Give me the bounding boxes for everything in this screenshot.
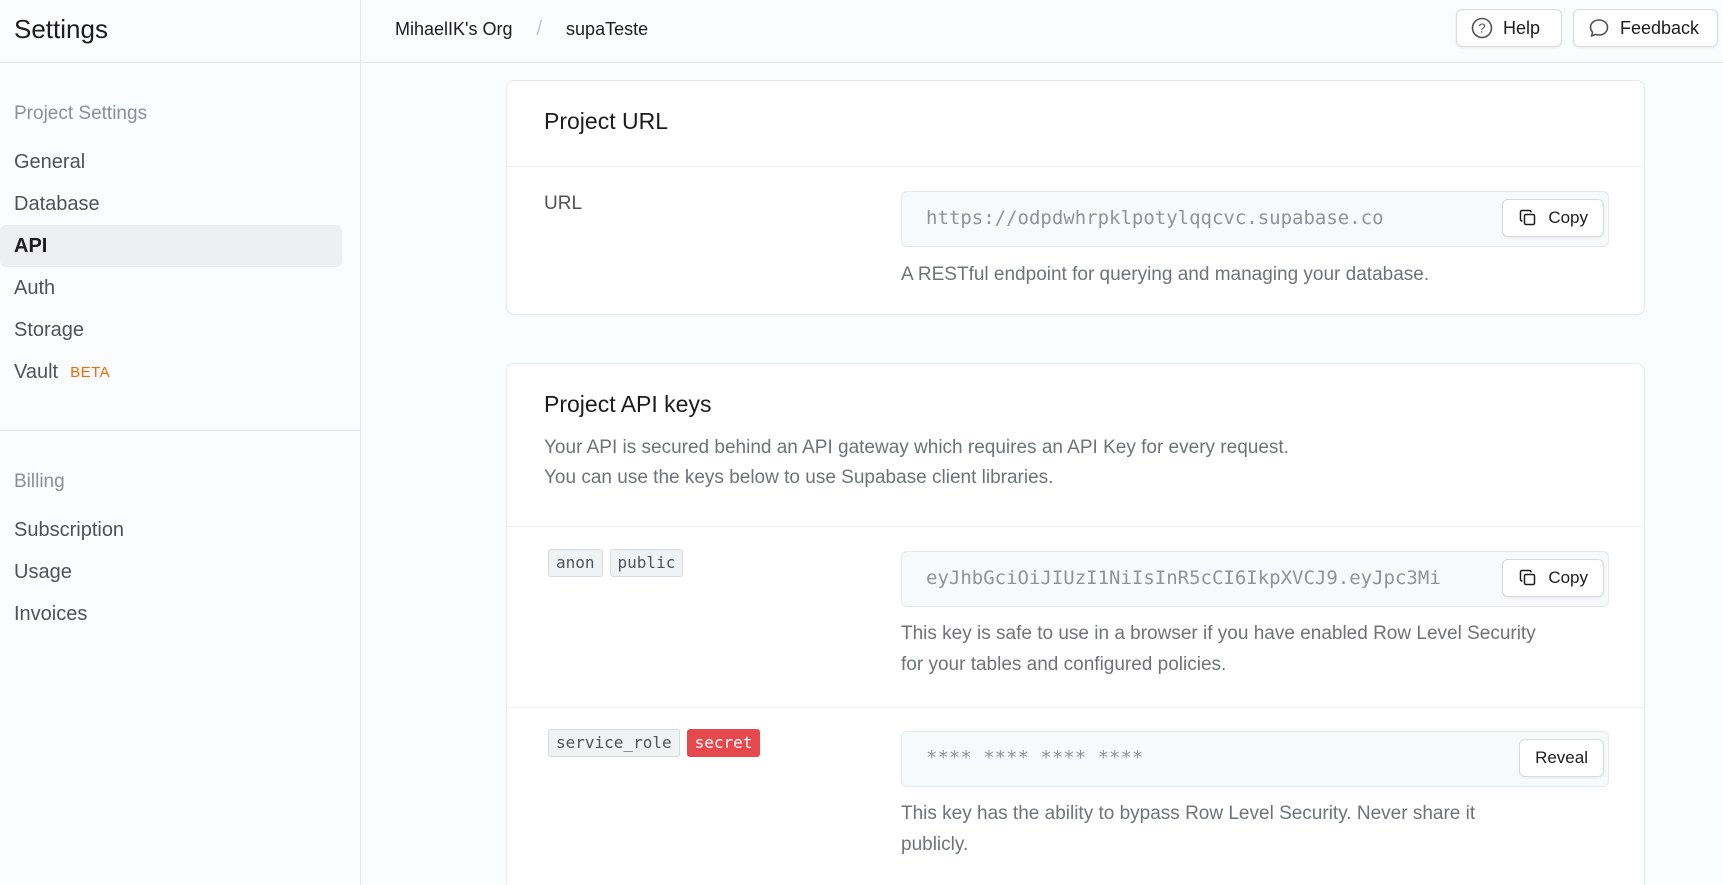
card-divider [507,166,1644,167]
billing-section: Billing [0,471,360,493]
sidebar-item-database[interactable]: Database [0,183,342,225]
svg-text:?: ? [1478,21,1485,36]
project-url-title: Project URL [544,108,668,134]
reveal-key-button[interactable]: Reveal [1519,739,1604,777]
billing-nav: Subscription Usage Invoices [0,509,360,635]
sidebar-item-label: Auth [14,276,56,299]
section-title-project-settings: Project Settings [14,103,148,124]
breadcrumb-project[interactable]: supaTeste [566,19,648,40]
sidebar-item-label: Storage [14,318,85,341]
main-content: Project URL URL https://odpdwhrpklpotylq… [361,64,1723,885]
anon-key-value[interactable]: eyJhbGciOiJIUzI1NiIsInR5cCI6IkpXVCJ9.eyJ… [926,567,1488,589]
copy-url-button[interactable]: Copy [1502,199,1604,237]
breadcrumb: MihaelIK's Org / supaTeste [395,18,648,41]
top-bar: MihaelIK's Org / supaTeste ? Help Feedba… [361,0,1723,63]
tag-service-role: service_role [548,729,680,757]
sidebar-item-general[interactable]: General [0,141,342,183]
breadcrumb-org[interactable]: MihaelIK's Org [395,19,512,40]
sidebar-item-label: Database [14,192,100,215]
beta-badge: BETA [70,363,111,381]
feedback-button[interactable]: Feedback [1573,9,1718,47]
sidebar-item-api[interactable]: API [0,225,342,267]
sidebar-item-label: General [14,150,86,173]
copy-label: Copy [1548,568,1588,587]
url-description: A RESTful endpoint for querying and mana… [901,264,1430,285]
tag-public: public [609,549,684,577]
project-settings-section: Project Settings [0,103,360,125]
sidebar-item-usage[interactable]: Usage [0,551,342,593]
sidebar-item-vault[interactable]: Vault BETA [0,351,342,393]
service-role-key-description-1: This key has the ability to bypass Row L… [901,803,1476,824]
chat-bubble-icon [1589,19,1609,37]
api-keys-description-1: Your API is secured behind an API gatewa… [544,437,1289,458]
service-role-key-field[interactable]: **** **** **** **** Reveal [901,731,1609,787]
project-settings-nav: General Database API Auth Storage Vault … [0,141,360,393]
sidebar-divider [0,430,360,431]
project-url-card: Project URL URL https://odpdwhrpklpotylq… [506,80,1645,315]
settings-sidebar: Settings Project Settings General Databa… [0,0,361,885]
reveal-label: Reveal [1535,748,1588,767]
sidebar-title: Settings [0,0,360,63]
help-button[interactable]: ? Help [1456,9,1562,47]
help-icon: ? [1471,17,1493,39]
service-role-key-tags: service_role secret [548,729,767,757]
sidebar-item-label: Usage [14,560,72,583]
copy-anon-key-button[interactable]: Copy [1502,559,1604,597]
url-label: URL [544,193,583,214]
url-field[interactable]: https://odpdwhrpklpotylqqcvc.supabase.co… [901,191,1609,247]
api-keys-title: Project API keys [544,391,712,417]
anon-key-description-1: This key is safe to use in a browser if … [901,623,1536,644]
tag-anon: anon [548,549,603,577]
breadcrumb-separator: / [536,18,543,40]
card-divider [507,526,1644,527]
api-keys-card: Project API keys Your API is secured beh… [506,363,1645,885]
sidebar-item-label: Invoices [14,602,88,625]
section-title-billing: Billing [14,471,65,492]
service-role-key-value: **** **** **** **** [926,747,1144,769]
anon-key-description-2: for your tables and configured policies. [901,654,1227,675]
url-value[interactable]: https://odpdwhrpklpotylqqcvc.supabase.co [926,207,1488,229]
card-divider [507,707,1644,708]
copy-label: Copy [1548,208,1588,227]
sidebar-item-invoices[interactable]: Invoices [0,593,342,635]
anon-key-tags: anon public [548,549,690,577]
service-role-key-description-2: publicly. [901,834,969,855]
sidebar-item-subscription[interactable]: Subscription [0,509,342,551]
anon-key-field[interactable]: eyJhbGciOiJIUzI1NiIsInR5cCI6IkpXVCJ9.eyJ… [901,551,1609,607]
copy-icon [1520,209,1536,226]
api-keys-description-2: You can use the keys below to use Supaba… [544,467,1054,488]
copy-icon [1520,569,1536,586]
sidebar-item-label: Subscription [14,518,125,541]
sidebar-item-label: API [14,234,48,257]
feedback-label: Feedback [1620,17,1700,38]
sidebar-item-label: Vault [14,360,59,383]
tag-secret: secret [686,729,761,757]
help-label: Help [1503,17,1541,38]
sidebar-item-auth[interactable]: Auth [0,267,342,309]
sidebar-item-storage[interactable]: Storage [0,309,342,351]
